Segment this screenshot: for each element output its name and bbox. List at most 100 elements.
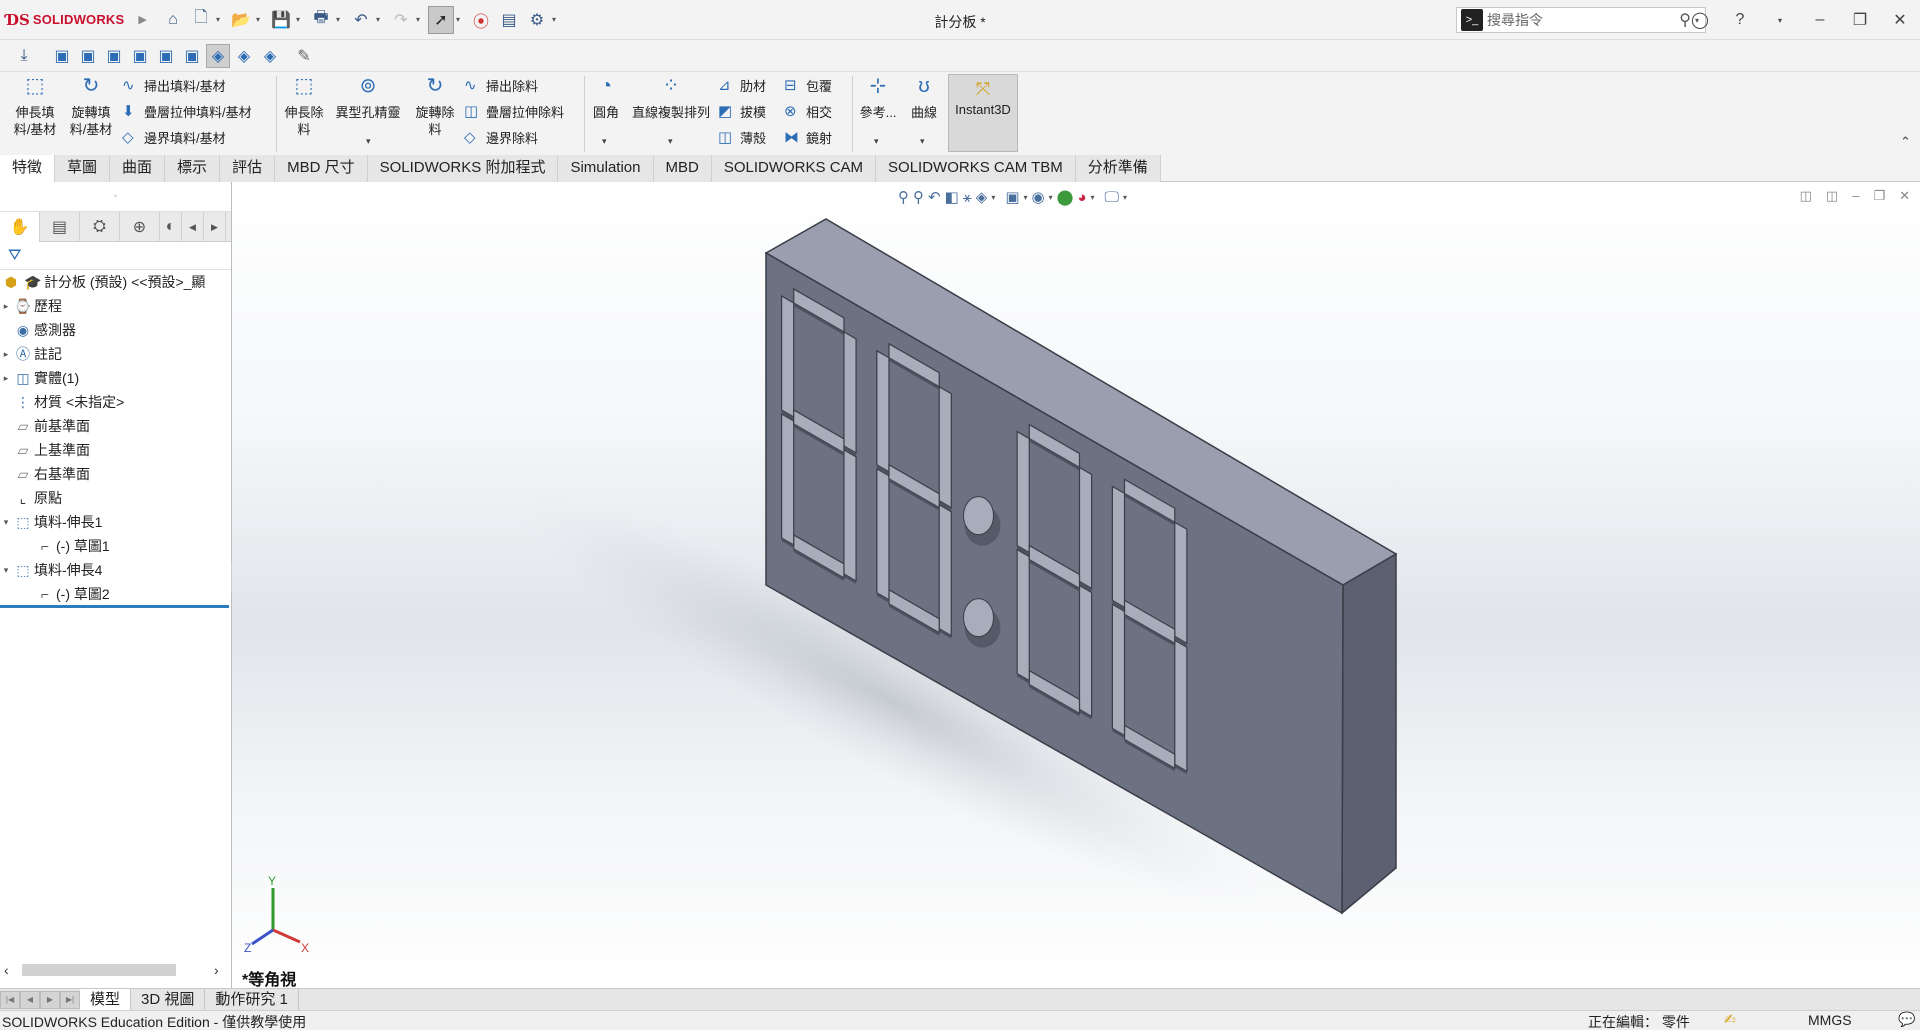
dimxpert-tab-icon[interactable]: ⊕ <box>120 212 160 242</box>
tree-item-top-plane[interactable]: ▱ 上基準面 <box>0 438 231 462</box>
front-view-icon[interactable]: ▣ <box>50 44 74 68</box>
comment-icon[interactable]: 💬 <box>1898 1011 1915 1028</box>
first-tab-icon[interactable]: |◀ <box>0 990 20 1009</box>
tab-surfaces[interactable]: 曲面 <box>110 155 166 182</box>
file-properties-icon[interactable]: ▤ <box>496 6 522 34</box>
chevron-down-icon[interactable]: ▾ <box>256 15 266 24</box>
bottom-view-icon[interactable]: ▣ <box>180 44 204 68</box>
isometric-view-icon[interactable]: ◈ <box>206 43 230 68</box>
chevron-down-icon[interactable]: ▾ <box>376 15 386 24</box>
user-account-icon[interactable]: ◯ <box>1680 10 1720 30</box>
chevron-down-icon[interactable]: ▾ <box>602 136 607 147</box>
tree-item-front-plane[interactable]: ▱ 前基準面 <box>0 414 231 438</box>
tab-markup[interactable]: 標示 <box>165 155 221 182</box>
scroll-left-icon[interactable]: ‹ <box>4 962 9 978</box>
tab-motion-study[interactable]: 動作研究 1 <box>205 988 299 1011</box>
linear-pattern-button[interactable]: ⁘ 直線複製排列 <box>628 76 714 121</box>
instant3d-button[interactable]: ⤧ Instant3D <box>948 74 1018 152</box>
scroll-right-icon[interactable]: ▶ <box>204 212 226 242</box>
next-tab-icon[interactable]: ▶ <box>40 990 60 1009</box>
traffic-light-icon[interactable]: ⦿ <box>468 6 494 34</box>
display-manager-tab-icon[interactable]: ◐ <box>160 212 182 242</box>
trimetric-view-icon[interactable]: ◈ <box>232 44 256 68</box>
tree-item-material[interactable]: ⋮ 材質 <未指定> <box>0 390 231 414</box>
fillet-button[interactable]: ◔ 圓角 <box>588 76 624 121</box>
open-folder-icon[interactable]: 📂 <box>228 6 254 34</box>
extrude-cut-button[interactable]: ⬚ 伸長除 料 <box>280 76 328 138</box>
left-view-icon[interactable]: ▣ <box>102 44 126 68</box>
boundary-boss-button[interactable]: ◇ 邊界填料/基材 <box>122 126 226 148</box>
print-icon[interactable]: 🖶 <box>308 6 334 34</box>
gear-icon[interactable]: ⚙ <box>524 6 550 34</box>
chevron-down-icon[interactable]: ▾ <box>216 15 226 24</box>
tab-mbd[interactable]: MBD <box>653 155 712 182</box>
restore-button[interactable]: ❐ <box>1840 10 1880 30</box>
search-commands-box[interactable]: >_ 搜尋指令 ⚲ ▾ <box>1456 7 1706 33</box>
select-pointer-icon[interactable]: ➚ <box>428 5 454 34</box>
tab-simulation[interactable]: Simulation <box>558 155 654 182</box>
tree-item-sensors[interactable]: ◉ 感測器 <box>0 318 231 342</box>
collapse-ribbon-icon[interactable]: ⌃ <box>1900 134 1911 150</box>
chevron-down-icon[interactable]: ▾ <box>336 15 346 24</box>
last-tab-icon[interactable]: ▶| <box>60 990 80 1009</box>
home-icon[interactable]: ⌂ <box>160 6 186 34</box>
revolve-cut-button[interactable]: ↻ 旋轉除 料 <box>410 76 460 138</box>
sketch-pen-icon[interactable]: ✎ <box>292 44 316 68</box>
collapse-icon[interactable]: ▾ <box>0 565 12 576</box>
tab-features[interactable]: 特徵 <box>0 155 56 182</box>
hole-wizard-button[interactable]: ⊚ 異型孔精靈 <box>330 76 406 121</box>
scroll-left-icon[interactable]: ◀ <box>182 212 204 242</box>
chevron-down-icon[interactable]: ▾ <box>416 15 426 24</box>
normal-to-icon[interactable]: ⤓ <box>12 44 36 68</box>
redo-icon[interactable]: ↷ <box>388 6 414 34</box>
curves-button[interactable]: ʊ 曲線 <box>904 76 944 121</box>
revolve-boss-button[interactable]: ↻ 旋轉填 料/基材 <box>64 76 118 138</box>
tab-sketch[interactable]: 草圖 <box>55 155 111 182</box>
tree-item-solid-bodies[interactable]: ▸ ◫ 實體(1) <box>0 366 231 390</box>
configuration-manager-tab-icon[interactable]: ⛭ <box>80 212 120 242</box>
graphics-area[interactable]: ⚲ ⚲ ↶ ◧ ⚹ ◈ ▾ ▣ ▾ ◉ ▾ ⬤ ◕ ▾ 🖵 ▾ ◫ ◫ – ❐ ✕ <box>232 182 1920 988</box>
shell-button[interactable]: ◫ 薄殼 <box>718 126 766 148</box>
tab-cam-tbm[interactable]: SOLIDWORKS CAM TBM <box>876 155 1076 182</box>
scroll-right-icon[interactable]: › <box>214 962 219 978</box>
lofted-cut-button[interactable]: ◫ 疊層拉伸除料 <box>464 100 564 122</box>
scroll-thumb[interactable] <box>22 964 176 976</box>
boundary-cut-button[interactable]: ◇ 邊界除料 <box>464 126 538 148</box>
undo-icon[interactable]: ↶ <box>348 6 374 34</box>
rebuild-icon[interactable]: ✍ <box>1724 1011 1736 1028</box>
tab-3d-views[interactable]: 3D 視圖 <box>131 988 206 1011</box>
chevron-down-icon[interactable]: ▾ <box>874 136 879 147</box>
swept-boss-button[interactable]: ∿ 掃出填料/基材 <box>122 74 226 96</box>
feature-manager-tab-icon[interactable]: ✋ <box>0 212 40 242</box>
minimize-button[interactable]: – <box>1800 11 1840 29</box>
tab-model[interactable]: 模型 <box>80 988 132 1011</box>
tree-item-right-plane[interactable]: ▱ 右基準面 <box>0 462 231 486</box>
tree-item-sketch2[interactable]: ⌐ (-) 草圖2 <box>0 582 231 606</box>
help-icon[interactable]: ? <box>1720 11 1760 29</box>
new-document-icon[interactable]: 🗋 <box>188 6 214 34</box>
property-manager-tab-icon[interactable]: ▤ <box>40 212 80 242</box>
chevron-down-icon[interactable]: ▾ <box>456 15 466 24</box>
tree-item-extrude4[interactable]: ▾ ⬚ 填料-伸長4 <box>0 558 231 582</box>
chevron-down-icon[interactable]: ▾ <box>668 136 673 147</box>
tree-root[interactable]: ⬢ 🎓 計分板 (預設) <<預設>_顯 <box>0 270 231 294</box>
close-button[interactable]: ✕ <box>1880 10 1920 30</box>
chevron-down-icon[interactable]: ▾ <box>296 15 306 24</box>
search-input[interactable]: 搜尋指令 <box>1487 10 1679 30</box>
menu-expand-icon[interactable]: ▶ <box>138 13 146 26</box>
collapse-icon[interactable]: ▾ <box>0 517 12 528</box>
unit-system-selector[interactable]: MMGS <box>1808 1012 1852 1028</box>
intersect-button[interactable]: ⊗ 相交 <box>784 100 832 122</box>
chevron-down-icon[interactable]: ▾ <box>552 15 562 24</box>
scoreboard-3d-model[interactable] <box>232 182 1920 988</box>
tree-item-annotations[interactable]: ▸ Ⓐ 註記 <box>0 342 231 366</box>
help-menu-chevron-icon[interactable]: ▾ <box>1760 16 1800 25</box>
reference-geometry-button[interactable]: ⊹ 參考... <box>856 76 900 121</box>
wrap-button[interactable]: ⊟ 包覆 <box>784 74 832 96</box>
tree-item-extrude1[interactable]: ▾ ⬚ 填料-伸長1 <box>0 510 231 534</box>
expand-icon[interactable]: ▸ <box>0 373 12 384</box>
tab-evaluate[interactable]: 評估 <box>220 155 276 182</box>
rib-button[interactable]: ⊿ 肋材 <box>718 74 766 96</box>
tab-cam[interactable]: SOLIDWORKS CAM <box>711 155 877 182</box>
top-view-icon[interactable]: ▣ <box>154 44 178 68</box>
